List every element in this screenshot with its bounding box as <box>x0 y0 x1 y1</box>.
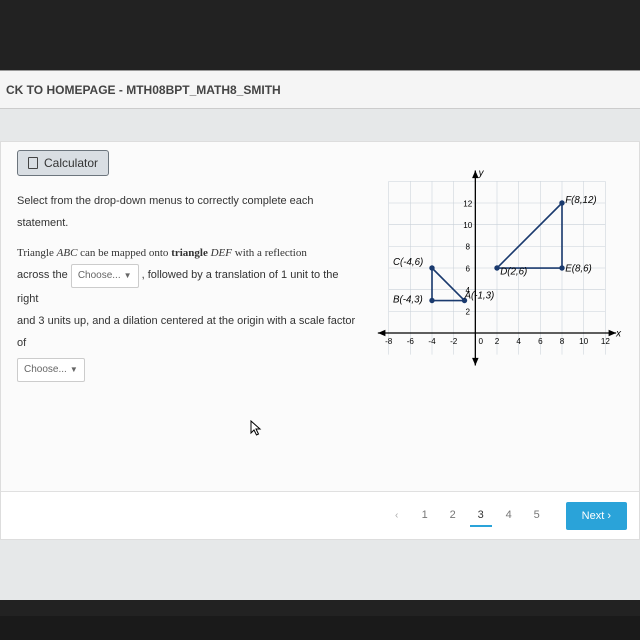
svg-text:-6: -6 <box>407 337 415 346</box>
chevron-down-icon: ▼ <box>70 365 78 374</box>
svg-text:8: 8 <box>560 337 565 346</box>
cursor-icon <box>250 420 264 438</box>
page-2[interactable]: 2 <box>442 505 464 527</box>
svg-text:12: 12 <box>601 337 611 346</box>
svg-text:2: 2 <box>495 337 500 346</box>
page-5[interactable]: 5 <box>526 505 548 527</box>
svg-text:4: 4 <box>516 337 521 346</box>
calculator-icon <box>28 157 38 169</box>
dropdown-scale[interactable]: Choose...▼ <box>17 358 85 382</box>
svg-text:6: 6 <box>538 337 543 346</box>
point-label-B: B(-4,3) <box>393 295 423 306</box>
question-text: Select from the drop-down menus to corre… <box>17 190 357 382</box>
y-axis-label: y <box>478 168 485 179</box>
page-1[interactable]: 1 <box>414 505 436 527</box>
svg-text:10: 10 <box>463 221 473 230</box>
svg-text:8: 8 <box>465 243 470 252</box>
main-content: Calculator Select from the drop-down men… <box>0 141 640 540</box>
x-axis-label: x <box>615 328 622 339</box>
point-label-F: F(8,12) <box>565 195 596 206</box>
question-intro: Select from the drop-down menus to corre… <box>17 190 357 234</box>
svg-text:0: 0 <box>478 337 483 346</box>
calculator-button[interactable]: Calculator <box>17 150 109 176</box>
next-button[interactable]: Next › <box>566 502 627 530</box>
dropdown-axis[interactable]: Choose...▼ <box>71 264 139 288</box>
point-label-C: C(-4,6) <box>393 257 423 268</box>
page-4[interactable]: 4 <box>498 505 520 527</box>
calculator-label: Calculator <box>44 156 98 170</box>
svg-text:-2: -2 <box>450 337 458 346</box>
pagination-footer: ‹ 1 2 3 4 5 Next › <box>1 491 639 539</box>
svg-text:12: 12 <box>463 199 473 208</box>
svg-text:2: 2 <box>465 308 470 317</box>
svg-text:6: 6 <box>465 264 470 273</box>
coordinate-graph: A(-1,3) B(-4,3) C(-4,6) D(2,6) E(8,6) F(… <box>367 148 627 388</box>
svg-text:4: 4 <box>465 286 470 295</box>
os-taskbar <box>0 616 640 640</box>
svg-text:-4: -4 <box>428 337 436 346</box>
point-label-D: D(2,6) <box>500 267 527 278</box>
point-label-E: E(8,6) <box>565 263 592 274</box>
page-3[interactable]: 3 <box>470 505 492 527</box>
breadcrumb: CK TO HOMEPAGE - MTH08BPT_MATH8_SMITH <box>0 71 640 109</box>
page-title: CK TO HOMEPAGE - MTH08BPT_MATH8_SMITH <box>6 83 281 97</box>
svg-text:10: 10 <box>579 337 589 346</box>
prev-page-button[interactable]: ‹ <box>386 505 408 527</box>
chevron-down-icon: ▼ <box>124 271 132 280</box>
svg-text:-8: -8 <box>385 337 393 346</box>
